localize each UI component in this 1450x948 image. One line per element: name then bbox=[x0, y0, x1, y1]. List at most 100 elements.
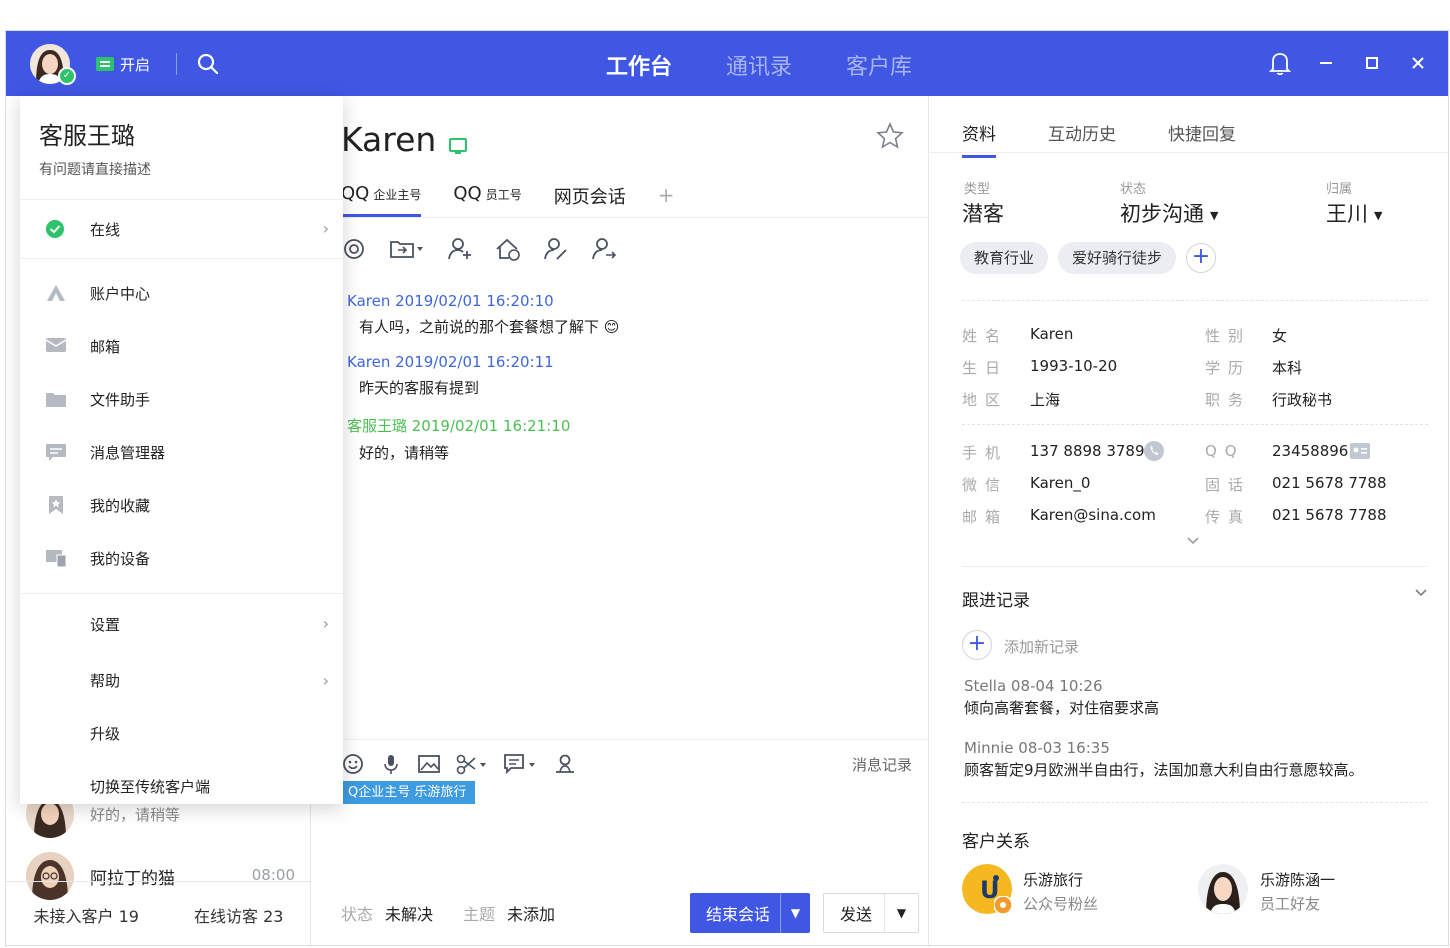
maximize-icon[interactable] bbox=[1360, 51, 1384, 75]
menu-item-mail[interactable]: 邮箱 bbox=[20, 320, 343, 373]
open-toggle-button[interactable]: 开启 bbox=[96, 53, 150, 75]
divider bbox=[176, 53, 177, 75]
field-label: 生日 bbox=[962, 359, 1009, 377]
status-select[interactable]: 初步沟通 ▼ bbox=[1120, 198, 1218, 228]
nav-tab-customers[interactable]: 客户库 bbox=[846, 49, 912, 81]
window-controls bbox=[1268, 51, 1430, 76]
message-history-link[interactable]: 消息记录 bbox=[852, 754, 912, 775]
chat-message: 客服王璐 2019/02/01 16:21:10 好的，请稍等 bbox=[347, 415, 570, 463]
menu-item-label: 邮箱 bbox=[90, 338, 121, 356]
close-icon[interactable] bbox=[1406, 51, 1430, 75]
divider bbox=[962, 424, 1428, 425]
online-visitors[interactable]: 在线访客 23 bbox=[194, 903, 283, 927]
tab-label: QQ bbox=[341, 183, 370, 204]
search-icon[interactable] bbox=[196, 52, 220, 76]
divider bbox=[962, 566, 1428, 567]
phone-icon[interactable] bbox=[1144, 441, 1164, 461]
edit-user-icon[interactable] bbox=[543, 236, 569, 262]
field-value: 女 bbox=[1272, 327, 1288, 345]
type-label: 类型 bbox=[964, 182, 991, 197]
menu-item-settings[interactable]: 设置 › bbox=[20, 594, 343, 654]
folder-move-icon[interactable] bbox=[389, 236, 425, 262]
field-label: QQ bbox=[1205, 442, 1245, 460]
message-text: 昨天的客服有提到 bbox=[359, 379, 480, 397]
tab-label: 网页会话 bbox=[553, 187, 626, 208]
user-arrow-icon[interactable] bbox=[591, 236, 617, 262]
chat-message: Karen 2019/02/01 16:20:10 有人吗，之前说的那个套餐想了… bbox=[347, 292, 619, 337]
menu-item-upgrade[interactable]: 升级 bbox=[20, 707, 343, 760]
menu-item-account[interactable]: 账户中心 bbox=[20, 267, 343, 320]
menu-item-label: 设置 bbox=[90, 615, 121, 634]
topic-value[interactable]: 未添加 bbox=[507, 901, 555, 925]
end-session-button[interactable]: 结束会话 ▼ bbox=[690, 893, 810, 933]
tag[interactable]: 爱好骑行徒步 bbox=[1058, 242, 1177, 274]
status-label: 状态 bbox=[1120, 182, 1147, 197]
user-location-icon[interactable] bbox=[553, 752, 577, 776]
minimize-icon[interactable] bbox=[1314, 51, 1338, 75]
unassigned-customers[interactable]: 未接入客户 19 bbox=[34, 903, 139, 927]
relation-type: 员工好友 bbox=[1260, 895, 1321, 913]
scissors-icon[interactable] bbox=[455, 752, 489, 776]
tab-web-session[interactable]: 网页会话 bbox=[554, 183, 626, 217]
chevron-down-icon[interactable] bbox=[1186, 536, 1200, 546]
microphone-icon[interactable] bbox=[379, 752, 403, 776]
nav-tab-contacts[interactable]: 通讯录 bbox=[726, 49, 792, 81]
add-record-button[interactable]: + bbox=[962, 630, 992, 660]
nav-tab-workbench[interactable]: 工作台 bbox=[606, 49, 672, 81]
add-record-label[interactable]: 添加新记录 bbox=[1004, 636, 1079, 657]
user-menu-dropdown: 客服王璐 有问题请直接描述 在线 › 账户中心 邮箱 文件助手 消息管理器 我的… bbox=[20, 96, 343, 804]
quick-reply-icon[interactable] bbox=[503, 752, 539, 776]
customer-profile-panel: 资料 互动历史 快捷回复 类型 潜客 状态 初步沟通 ▼ 归属 王川 ▼ 教育行业 … bbox=[930, 96, 1448, 945]
tab-qq-enterprise[interactable]: QQ 企业主号 bbox=[341, 183, 422, 217]
open-label: 开启 bbox=[120, 55, 151, 74]
add-tag-button[interactable]: + bbox=[1186, 243, 1216, 273]
field-label: 邮箱 bbox=[962, 508, 1009, 526]
menu-item-devices[interactable]: 我的设备 bbox=[20, 532, 343, 585]
owner-select[interactable]: 王川 ▼ bbox=[1326, 198, 1382, 228]
star-icon[interactable] bbox=[876, 122, 904, 150]
tab-sublabel: 企业主号 bbox=[373, 188, 422, 202]
folder-icon bbox=[45, 389, 67, 409]
relation-name: 乐游旅行 bbox=[1023, 871, 1084, 889]
mail-icon bbox=[45, 336, 67, 356]
message-meta: Karen 2019/02/01 16:20:10 bbox=[347, 292, 554, 310]
avatar[interactable] bbox=[1198, 864, 1248, 914]
caret-down-icon[interactable]: ▼ bbox=[884, 894, 918, 932]
field-value: 23458896 bbox=[1272, 442, 1349, 460]
menu-item-help[interactable]: 帮助 › bbox=[20, 654, 343, 707]
tag[interactable]: 教育行业 bbox=[960, 242, 1049, 274]
field-value: Karen_0 bbox=[1030, 474, 1091, 492]
agent-signature[interactable]: 有问题请直接描述 bbox=[39, 159, 343, 179]
tab-qq-employee[interactable]: QQ 员工号 bbox=[453, 183, 521, 217]
transfer-icon[interactable] bbox=[341, 236, 367, 262]
status-value: 初步沟通 bbox=[1120, 202, 1204, 226]
bell-icon[interactable] bbox=[1268, 51, 1292, 76]
emoji-icon[interactable] bbox=[341, 752, 365, 776]
send-button[interactable]: 发送 ▼ bbox=[823, 893, 919, 933]
online-check-icon bbox=[45, 219, 67, 239]
menu-item-switch-client[interactable]: 切换至传统客户端 bbox=[20, 760, 343, 813]
field-value: 021 5678 7788 bbox=[1272, 506, 1387, 524]
tab-sublabel: 员工号 bbox=[485, 188, 522, 202]
id-card-icon bbox=[1350, 443, 1370, 459]
message-text: 有人吗，之前说的那个套餐想了解下 😊 bbox=[359, 318, 620, 336]
caret-down-icon[interactable]: ▼ bbox=[780, 893, 810, 933]
field-label: 地区 bbox=[962, 391, 1009, 409]
field-value: Karen bbox=[1030, 325, 1074, 343]
menu-item-favorites[interactable]: 我的收藏 bbox=[20, 479, 343, 532]
message-icon bbox=[96, 57, 114, 71]
status-value[interactable]: 未解决 bbox=[385, 901, 433, 925]
status-menu-item[interactable]: 在线 › bbox=[20, 200, 343, 258]
chevron-down-icon[interactable] bbox=[1414, 588, 1428, 598]
home-time-icon[interactable] bbox=[495, 236, 521, 262]
field-label: 学历 bbox=[1205, 359, 1252, 377]
menu-item-message-manager[interactable]: 消息管理器 bbox=[20, 426, 343, 479]
message-manager-icon bbox=[45, 442, 67, 462]
agent-name: 客服王璐 bbox=[39, 122, 135, 150]
add-user-icon[interactable] bbox=[447, 236, 473, 262]
menu-item-files[interactable]: 文件助手 bbox=[20, 373, 343, 426]
add-tab-button[interactable]: + bbox=[658, 183, 675, 217]
wechat-badge-icon bbox=[994, 896, 1012, 914]
image-icon[interactable] bbox=[417, 752, 441, 776]
field-label: 微信 bbox=[962, 476, 1009, 494]
